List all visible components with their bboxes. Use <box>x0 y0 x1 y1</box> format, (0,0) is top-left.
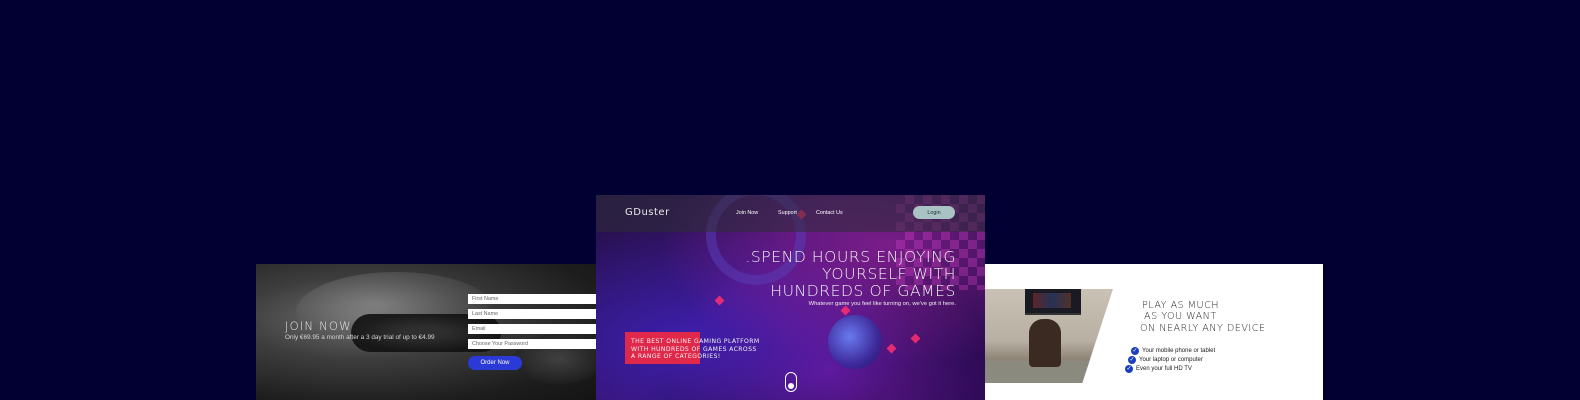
feature-item: Your mobile phone or tablet <box>1142 348 1216 354</box>
gem-decoration <box>840 305 851 316</box>
order-now-button[interactable]: Order Now <box>468 356 522 370</box>
site-logo[interactable]: GDuster <box>625 207 670 218</box>
promo-line: A RANGE OF CATEGORIES! <box>631 353 721 360</box>
top-nav: GDuster Join Now Support Contact Us Logi… <box>596 195 985 232</box>
first-name-field[interactable] <box>468 294 596 304</box>
check-icon: ✓ <box>1131 347 1139 355</box>
feature-item: Your laptop or computer <box>1139 357 1203 363</box>
check-icon: ✓ <box>1128 356 1136 364</box>
scroll-mouse-icon[interactable] <box>785 372 797 392</box>
password-field[interactable] <box>468 339 596 349</box>
gem-decoration <box>910 333 921 344</box>
nav-join-now[interactable]: Join Now <box>736 210 758 216</box>
gem-decoration <box>886 343 897 354</box>
hero-section: GDuster Join Now Support Contact Us Logi… <box>596 195 985 400</box>
last-name-field[interactable] <box>468 309 596 319</box>
promo-text: THE BEST ONLINE GAMING PLATFORM WITH HUN… <box>631 338 781 361</box>
headline-line: AS YOU WANT <box>1144 311 1217 323</box>
check-icon: ✓ <box>1125 365 1133 373</box>
devices-headline: PLAY AS MUCH AS YOU WANT ON NEARLY ANY D… <box>1140 300 1266 334</box>
join-title: JOIN NOW <box>285 319 352 333</box>
promo-line: THE BEST ONLINE GAMING PLATFORM <box>631 338 760 345</box>
promo-line: WITH HUNDREDS OF GAMES ACROSS <box>631 345 757 353</box>
devices-section: PLAY AS MUCH AS YOU WANT ON NEARLY ANY D… <box>985 264 1323 400</box>
headline-line: YOURSELF WITH <box>822 265 956 283</box>
astronaut-figure-image <box>828 315 882 369</box>
hero-headline: .SPEND HOURS ENJOYING YOURSELF WITH HUND… <box>736 249 956 300</box>
headline-line: ON NEARLY ANY DEVICE <box>1140 322 1266 334</box>
login-button[interactable]: Login <box>913 206 955 219</box>
join-now-section: JOIN NOW Only €69.95 a month after a 3 d… <box>256 264 596 400</box>
headline-line: .SPEND HOURS ENJOYING <box>745 248 956 266</box>
feature-item: Even your full HD TV <box>1136 366 1192 372</box>
email-field[interactable] <box>468 324 596 334</box>
hero-tagline: Whatever game you feel like turning on, … <box>808 301 956 307</box>
headline-line: HUNDREDS OF GAMES <box>770 282 956 300</box>
gem-decoration <box>714 295 725 306</box>
headline-line: PLAY AS MUCH <box>1142 300 1219 311</box>
nav-support[interactable]: Support <box>778 210 797 216</box>
scroll-dot <box>788 383 794 389</box>
person-image <box>1029 319 1061 367</box>
living-room-photo <box>985 289 1113 383</box>
nav-contact-us[interactable]: Contact Us <box>816 210 843 216</box>
join-subtitle: Only €69.95 a month after a 3 day trial … <box>285 334 435 341</box>
tv-image <box>1025 289 1081 315</box>
